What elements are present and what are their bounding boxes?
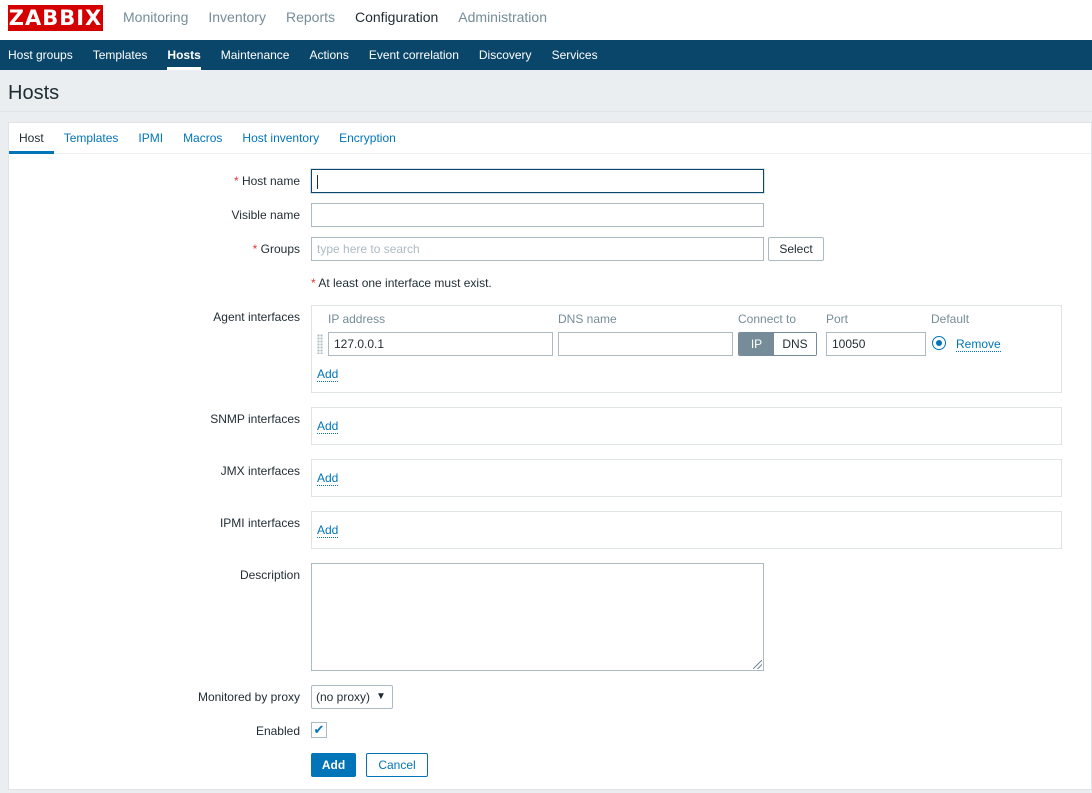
drag-handle-icon[interactable]	[317, 334, 323, 354]
top-menu-reports[interactable]: Reports	[276, 0, 345, 40]
visible-name-input[interactable]	[311, 203, 764, 227]
check-icon: ✔	[313, 722, 325, 737]
groups-placeholder: type here to search	[317, 242, 420, 256]
cancel-button[interactable]: Cancel	[366, 753, 428, 777]
connect-to-toggle: IP DNS	[738, 332, 817, 356]
sub-menu-bar: Host groups Templates Hosts Maintenance …	[0, 40, 1092, 70]
sub-menu-actions[interactable]: Actions	[299, 40, 358, 70]
resize-grip-icon[interactable]	[753, 660, 762, 669]
ip-address-header: IP address	[328, 312, 386, 326]
title-divider	[0, 111, 1092, 112]
agent-ip-input[interactable]: 127.0.0.1	[328, 332, 553, 356]
connect-to-header: Connect to	[738, 312, 797, 326]
jmx-interfaces-label: JMX interfaces	[220, 464, 300, 478]
tab-host[interactable]: Host	[9, 123, 54, 154]
groups-search-input[interactable]: type here to search	[311, 237, 764, 261]
proxy-select-value: (no proxy)	[316, 690, 371, 704]
groups-label: Groups	[253, 242, 300, 256]
snmp-interfaces-box: Add	[311, 407, 1062, 445]
tab-encryption[interactable]: Encryption	[329, 123, 406, 153]
default-radio[interactable]	[932, 336, 946, 350]
sub-menu-event-correlation[interactable]: Event correlation	[359, 40, 469, 70]
add-button[interactable]: Add	[311, 753, 356, 777]
connect-ip-option[interactable]: IP	[739, 333, 774, 355]
ipmi-interfaces-label: IPMI interfaces	[219, 516, 300, 530]
sub-menu: Host groups Templates Hosts Maintenance …	[0, 40, 1092, 70]
port-header: Port	[826, 312, 849, 326]
dns-name-header: DNS name	[558, 312, 617, 326]
agent-interfaces-label: Agent interfaces	[213, 310, 300, 324]
sub-menu-services[interactable]: Services	[542, 40, 608, 70]
enabled-checkbox[interactable]: ✔	[311, 722, 327, 738]
add-jmx-interface-link[interactable]: Add	[317, 472, 339, 486]
host-name-input[interactable]	[311, 169, 764, 193]
top-menu-administration[interactable]: Administration	[448, 0, 557, 40]
top-menu-monitoring[interactable]: Monitoring	[113, 0, 198, 40]
visible-name-label: Visible name	[231, 208, 300, 222]
host-name-label: Host name	[234, 174, 300, 188]
jmx-interfaces-box: Add	[311, 459, 1062, 497]
proxy-select[interactable]: (no proxy) ▼	[311, 685, 393, 709]
agent-interfaces-box: IP address DNS name Connect to Port Defa…	[311, 305, 1062, 393]
chevron-down-icon: ▼	[376, 691, 386, 702]
text-cursor	[317, 174, 318, 189]
tab-ipmi[interactable]: IPMI	[128, 123, 173, 153]
agent-port-input[interactable]: 10050	[826, 332, 926, 356]
enabled-label: Enabled	[255, 724, 300, 738]
top-menu-inventory[interactable]: Inventory	[198, 0, 276, 40]
ipmi-interfaces-box: Add	[311, 511, 1062, 549]
remove-interface-link[interactable]: Remove	[956, 338, 1001, 352]
top-menu: Monitoring Inventory Reports Configurati…	[113, 0, 557, 40]
add-ipmi-interface-link[interactable]: Add	[317, 524, 339, 538]
agent-dns-input[interactable]	[558, 332, 733, 356]
host-form-panel: Host Templates IPMI Macros Host inventor…	[8, 122, 1092, 790]
interface-warning: At least one interface must exist.	[311, 276, 491, 290]
page-title: Hosts	[8, 82, 60, 104]
tab-macros[interactable]: Macros	[173, 123, 232, 153]
description-textarea[interactable]	[311, 563, 764, 671]
add-snmp-interface-link[interactable]: Add	[317, 420, 339, 434]
snmp-interfaces-label: SNMP interfaces	[210, 412, 300, 426]
groups-select-button[interactable]: Select	[768, 237, 824, 261]
add-agent-interface-link[interactable]: Add	[317, 368, 339, 382]
sub-menu-maintenance[interactable]: Maintenance	[211, 40, 300, 70]
zabbix-logo[interactable]: ZABBIX	[8, 5, 103, 31]
proxy-label: Monitored by proxy	[197, 690, 300, 704]
sub-menu-host-groups[interactable]: Host groups	[0, 40, 83, 70]
tab-host-inventory[interactable]: Host inventory	[232, 123, 329, 153]
sub-menu-templates[interactable]: Templates	[83, 40, 158, 70]
default-header: Default	[931, 312, 970, 326]
form-tabs: Host Templates IPMI Macros Host inventor…	[9, 123, 1091, 154]
description-label: Description	[239, 568, 300, 582]
tab-templates[interactable]: Templates	[54, 123, 129, 153]
connect-dns-option[interactable]: DNS	[774, 333, 816, 355]
top-bar: ZABBIX Monitoring Inventory Reports Conf…	[0, 0, 1092, 40]
sub-menu-discovery[interactable]: Discovery	[469, 40, 542, 70]
sub-menu-hosts[interactable]: Hosts	[157, 40, 210, 70]
top-menu-configuration[interactable]: Configuration	[345, 0, 448, 40]
